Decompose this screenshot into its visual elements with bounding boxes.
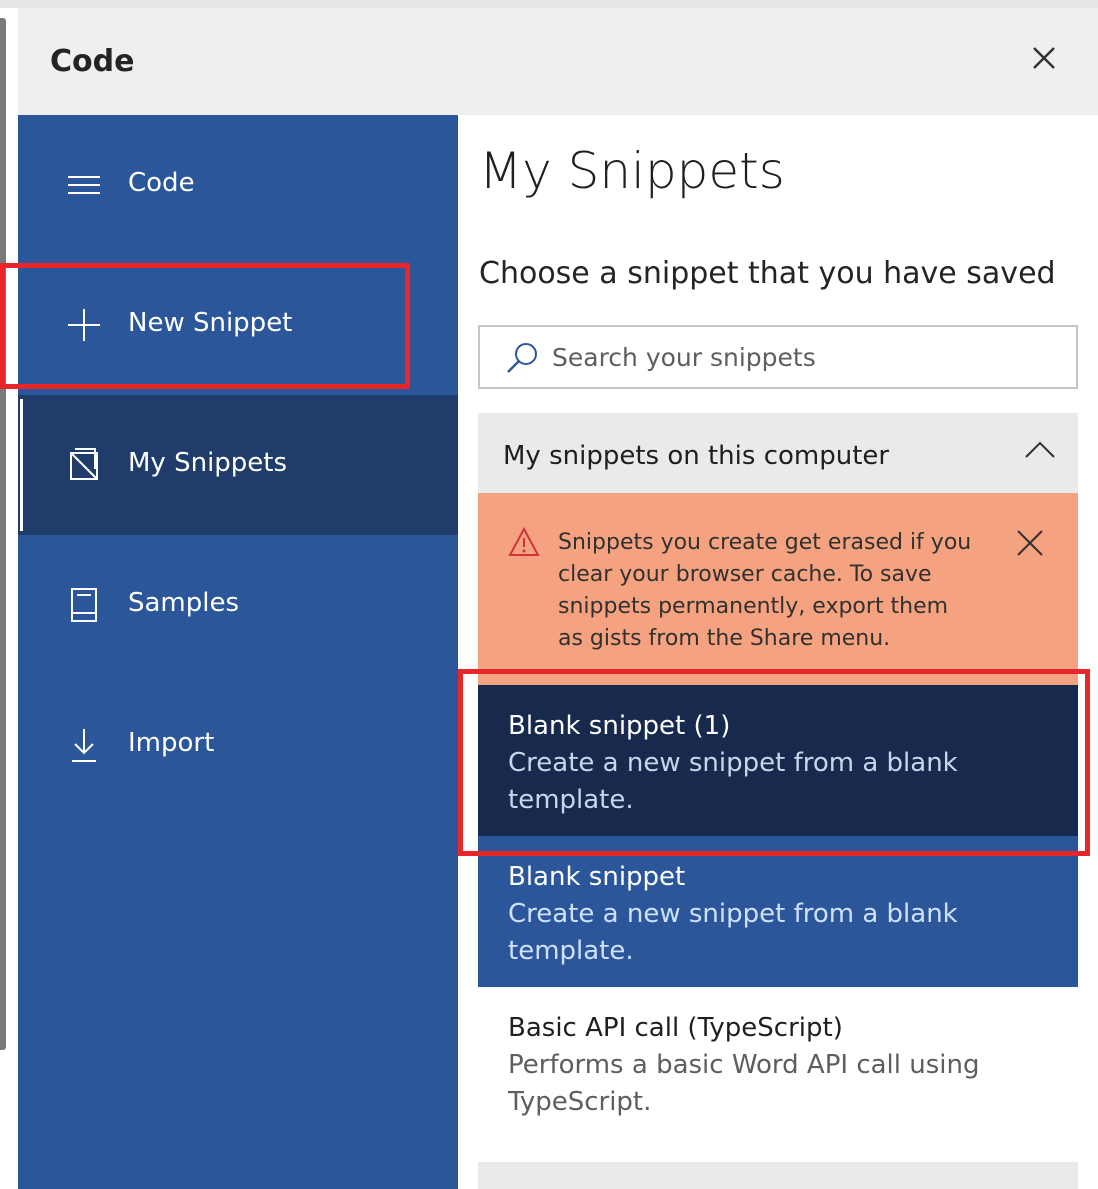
page-title: My Snippets	[479, 142, 785, 200]
snippet-group-header[interactable]: My snippets on this computer	[478, 413, 1078, 493]
warning-icon	[508, 526, 540, 557]
sidebar-item-import[interactable]: Import	[18, 675, 458, 815]
hamburger-icon	[64, 167, 104, 203]
sidebar-item-label: Import	[128, 728, 215, 758]
window-top-border	[0, 0, 1098, 8]
pane-title: Code	[50, 44, 135, 79]
sidebar-item-my-snippets[interactable]: My Snippets	[18, 395, 458, 535]
plus-icon	[64, 307, 104, 343]
sidebar-item-label: Code	[128, 168, 195, 198]
search-icon	[504, 340, 540, 376]
next-group-header[interactable]	[478, 1162, 1078, 1189]
page-subtitle: Choose a snippet that you have saved	[479, 256, 1056, 291]
group-label: My snippets on this computer	[503, 441, 890, 471]
sidebar-item-new-snippet[interactable]: New Snippet	[18, 255, 458, 395]
pane-header: Code	[18, 8, 1098, 115]
book-icon	[64, 587, 104, 623]
snippet-item[interactable]: Blank snippet (1) Create a new snippet f…	[478, 685, 1078, 836]
snippet-title: Basic API call (TypeScript)	[508, 1013, 843, 1043]
sidebar-item-samples[interactable]: Samples	[18, 535, 458, 675]
snippet-item[interactable]: Blank snippet Create a new snippet from …	[478, 836, 1078, 987]
search-box[interactable]	[478, 325, 1078, 389]
snippet-description: Performs a basic Word API call using Typ…	[508, 1050, 980, 1117]
snippet-title: Blank snippet	[508, 862, 686, 892]
left-scrollbar[interactable]	[0, 18, 6, 1050]
snippet-item[interactable]: Basic API call (TypeScript) Performs a b…	[478, 987, 1078, 1138]
warning-message-bar: Snippets you create get erased if you cl…	[478, 493, 1078, 685]
snippet-title: Blank snippet (1)	[508, 711, 731, 741]
chevron-up-icon[interactable]	[1022, 439, 1058, 463]
dismiss-icon[interactable]	[1014, 527, 1046, 559]
sidebar-item-code[interactable]: Code	[18, 115, 458, 255]
download-icon	[64, 727, 104, 763]
sidebar-item-label: New Snippet	[128, 308, 293, 338]
search-input[interactable]	[552, 337, 1052, 377]
close-icon[interactable]	[1024, 38, 1064, 78]
sidebar-nav: Code New Snippet My Snippets Samples Imp…	[18, 115, 458, 1189]
snippets-icon	[64, 447, 104, 483]
warning-text: Snippets you create get erased if you cl…	[558, 530, 972, 651]
sidebar-item-label: Samples	[128, 588, 240, 618]
snippet-description: Create a new snippet from a blank templa…	[508, 748, 958, 815]
sidebar-item-label: My Snippets	[128, 448, 288, 478]
snippet-description: Create a new snippet from a blank templa…	[508, 899, 958, 966]
